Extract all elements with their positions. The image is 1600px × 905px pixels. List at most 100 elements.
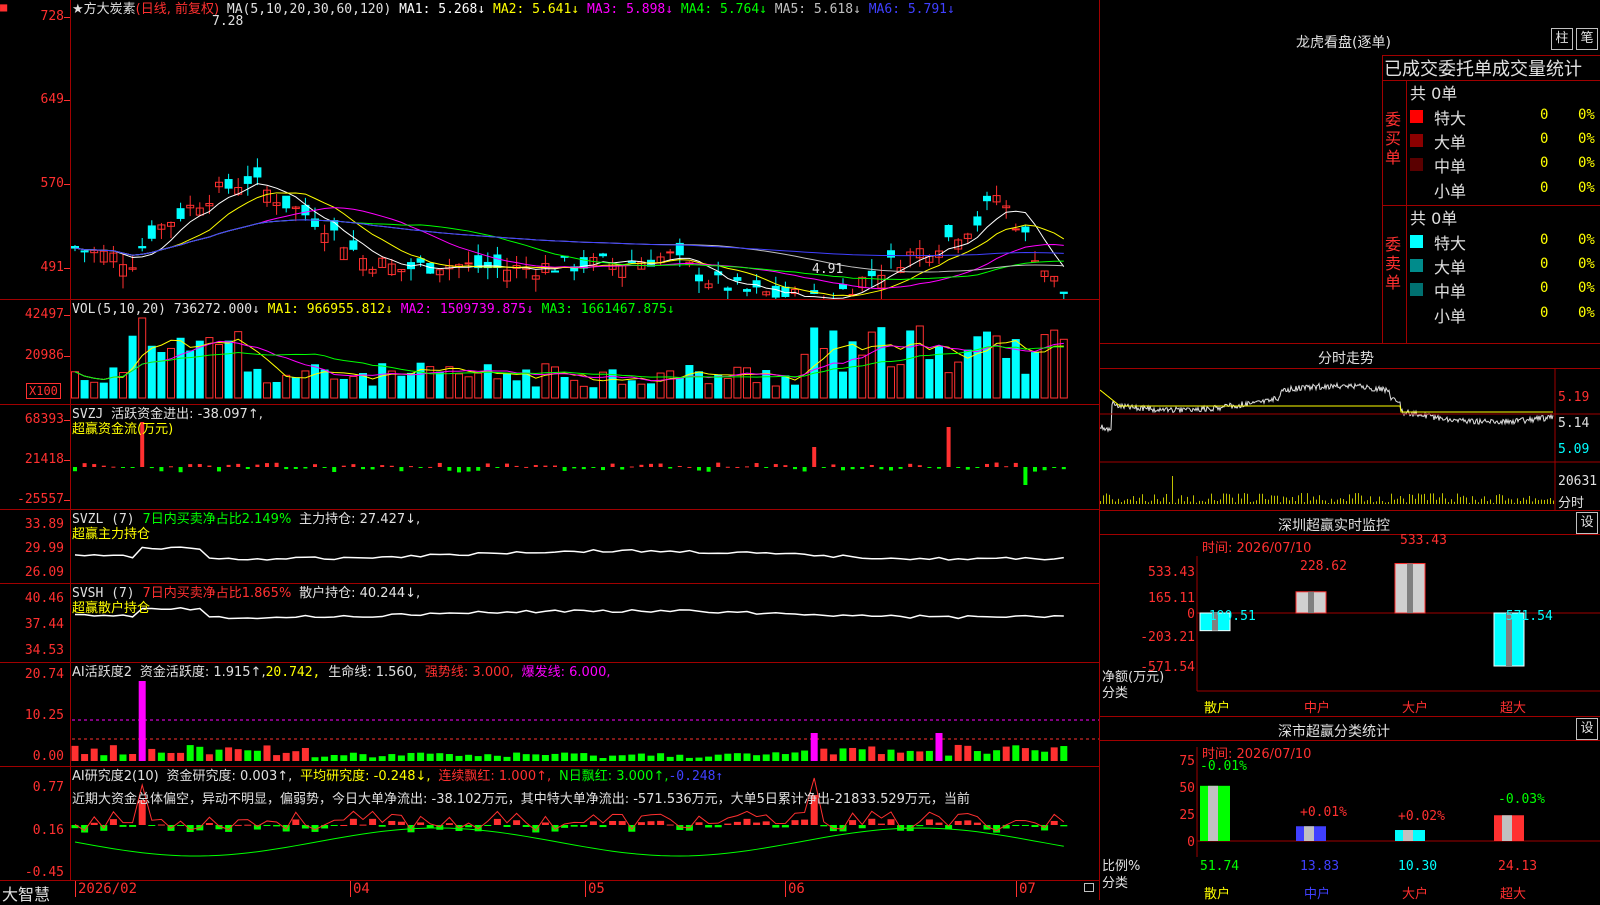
intraday-volume-bar [1535,498,1536,504]
flow-bar [313,464,317,467]
activity-bar [964,745,972,761]
flow-bar [437,462,442,467]
volume-panel[interactable]: 42497 20986 X100 VOL(5,10,20) 736272.000… [0,300,1099,405]
buy-l-label: 大单 [1434,133,1467,152]
activity-bar [599,757,607,761]
research-bar [1050,820,1058,825]
research-bar [695,822,703,825]
bar-mode-button[interactable]: 柱 [1551,28,1573,50]
flow-bar [495,467,500,468]
activity-bar [378,756,386,761]
sell-l-swatch [1410,259,1423,272]
activity-bar [945,755,953,761]
stats-category: 散户 [1204,887,1231,900]
ma-header: ★方大炭素(日线, 前复权) MA(5,10,20,30,60,120) MA1… [72,2,955,17]
volume-bar [205,337,214,399]
research-bar [925,819,933,825]
activity-bar [637,753,645,761]
stats-bar-delta: -0.01% [1200,759,1247,774]
activity-bar [954,744,962,761]
intraday-volume-bar [1232,497,1233,504]
volume-bar [723,377,732,399]
intraday-panel[interactable]: 分时走势 5.19 5.14 5.09 20631 分时 [1100,344,1600,511]
volume-bar [829,330,838,399]
activity-bar [436,753,444,761]
buy-l-swatch [1410,134,1423,147]
price-panel[interactable]: 728 649 570 491 ■ ★方大炭素(日线, 前复权) MA(5,10… [0,0,1099,300]
volume-bar [848,341,857,399]
volume-bar [685,365,694,399]
volume-bar [301,370,310,399]
svsh-panel[interactable]: 40.46 37.44 34.53 SVSH (7) 7日内买卖净占比1.865… [0,584,1099,663]
intraday-volume-bar [1238,493,1239,504]
volume-bar [330,378,339,399]
buy-s-label: 小单 [1434,182,1467,201]
svzj-panel[interactable]: 68393 21418 -25557 SVZJ 活跃资金进出: -38.097↑… [0,405,1099,510]
flow-bar [908,463,913,467]
volume-bar [589,387,598,399]
activity-bar [167,752,175,761]
intraday-volume-bar [1331,498,1332,504]
flow-bar [1052,467,1057,468]
ai-research-panel[interactable]: 0.77 0.16 -0.45 AI研究度2(10) 资金研究度: 0.003↑… [0,767,1099,881]
intraday-volume-bar [1295,501,1296,504]
intraday-volume-bar [1250,501,1251,504]
volume-bar [627,380,636,399]
sell-l-pct: 0% [1578,256,1595,272]
research-bar [119,825,127,827]
activity-bar [551,753,559,761]
intraday-volume-bar [1496,495,1497,504]
flow-bar [620,467,625,470]
intraday-volume-bar [1148,502,1149,504]
flow-bar [610,463,615,467]
buy-s-pct: 0% [1578,180,1595,196]
intraday-volume-bar [1421,494,1422,504]
volume-bar [195,340,204,399]
volume-bar [147,345,156,399]
intraday-volume-bar [1334,501,1335,504]
intraday-volume-bar [1511,499,1512,504]
intraday-volume-bar [1169,502,1170,504]
flow-bar [725,466,730,468]
moving-average-line [74,219,1064,280]
buy-s-count: 0 [1540,180,1549,196]
intraday-volume-bar [1493,502,1494,504]
activity-bar [474,756,482,761]
activity-bar [695,757,703,761]
flow-bar [82,463,87,467]
research-bar [273,825,281,827]
candle [599,253,607,257]
order-stats-panel: 龙虎看盘(逐单) 柱 笔 已成交委托单成交量统计 委买单 委卖单 共 0单 共 … [1100,0,1600,344]
date-label: 06 [785,881,805,897]
flow-bar [1004,466,1009,468]
svzl-panel[interactable]: 33.89 29.99 26.09 SVZL (7) 7日内买卖净占比2.149… [0,510,1099,584]
volume-header: VOL(5,10,20) 736272.000↓ MA1: 966955.812… [72,302,675,317]
flow-bar [169,466,173,468]
volume-bar [99,382,108,399]
activity-bar [388,754,396,761]
flow-bar [380,465,385,467]
intraday-volume-bar [1106,493,1107,504]
flow-bar [1042,467,1047,471]
candle [983,195,991,202]
flow-bar [629,466,634,468]
intraday-tick: 5.09 [1558,442,1590,457]
candlestick-chart [71,158,1068,299]
intraday-volume-bar [1220,499,1221,504]
tick-mode-button[interactable]: 笔 [1576,28,1598,50]
research-bar [733,821,741,825]
intraday-volume-bar [1391,493,1392,504]
volume-ma-line [74,340,1064,382]
sell-total: 共 0单 [1410,209,1458,228]
intraday-volume-bar [1304,502,1305,504]
candle [147,225,156,239]
ai-activity-panel[interactable]: 20.74 10.25 0.00 AI活跃度2 资金活跃度: 1.915↑,20… [0,663,1099,767]
intraday-volume-bar [1439,497,1440,504]
monitor-category: 超大 [1500,701,1527,716]
lock-icon[interactable] [1084,883,1094,892]
stats-bar-value: 51.74 [1200,859,1240,874]
intraday-volume-bar [1100,501,1101,504]
low-price-marker: 4.91 [812,262,844,277]
flow-bar [1013,462,1018,467]
intraday-volume-bar [1208,498,1209,504]
